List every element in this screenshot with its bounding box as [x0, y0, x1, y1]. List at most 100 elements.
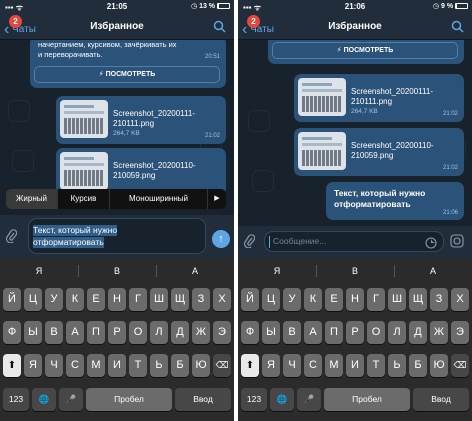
suggestion-item[interactable]: В [316, 258, 394, 284]
view-button[interactable]: ⚡ ПОСМОТРЕТЬ [34, 66, 220, 83]
search-icon[interactable] [451, 20, 464, 38]
key-letter[interactable]: Р [108, 321, 126, 344]
key-letter[interactable]: Ж [192, 321, 210, 344]
key-letter[interactable]: Ц [262, 288, 280, 311]
numbers-key[interactable]: 123 [241, 388, 267, 411]
menu-item-italic[interactable]: Курсив [58, 189, 110, 209]
key-letter[interactable]: Ы [24, 321, 42, 344]
menu-more-arrow[interactable]: ▶ [208, 189, 226, 209]
file-message[interactable]: Screenshot_20200111- 210111.png 264,7 KB… [56, 96, 226, 144]
image-thumbnail[interactable] [60, 100, 108, 138]
key-letter[interactable]: Я [262, 354, 280, 377]
key-letter[interactable]: Ж [430, 321, 448, 344]
return-key[interactable]: Ввод [413, 388, 469, 411]
key-letter[interactable]: Н [346, 288, 364, 311]
key-letter[interactable]: С [66, 354, 84, 377]
key-letter[interactable]: Я [24, 354, 42, 377]
return-key[interactable]: Ввод [175, 388, 231, 411]
key-letter[interactable]: Т [367, 354, 385, 377]
file-message[interactable]: Screenshot_20200111- 210111.png 264,7 KB… [294, 74, 464, 122]
key-letter[interactable]: Щ [171, 288, 189, 311]
key-letter[interactable]: Ш [150, 288, 168, 311]
image-thumbnail[interactable] [298, 132, 346, 170]
key-letter[interactable]: В [283, 321, 301, 344]
key-letter[interactable]: Е [87, 288, 105, 311]
key-letter[interactable]: Щ [409, 288, 427, 311]
key-letter[interactable]: Б [171, 354, 189, 377]
key-letter[interactable]: С [304, 354, 322, 377]
key-letter[interactable]: Й [241, 288, 259, 311]
suggestion-item[interactable]: Я [0, 258, 78, 284]
message-input[interactable]: Текст, который нужно отформатировать [28, 218, 206, 254]
key-letter[interactable]: П [325, 321, 343, 344]
suggestion-item[interactable]: В [78, 258, 156, 284]
key-letter[interactable]: Ы [262, 321, 280, 344]
file-message[interactable]: Screenshot_20200110- 210059.png 21:02 [294, 128, 464, 176]
key-letter[interactable]: Ю [192, 354, 210, 377]
key-letter[interactable]: А [66, 321, 84, 344]
key-letter[interactable]: Ч [283, 354, 301, 377]
key-letter[interactable]: О [129, 321, 147, 344]
key-letter[interactable]: З [192, 288, 210, 311]
key-letter[interactable]: Ф [241, 321, 259, 344]
key-letter[interactable]: О [367, 321, 385, 344]
key-letter[interactable]: Ь [150, 354, 168, 377]
key-letter[interactable]: И [346, 354, 364, 377]
message-input[interactable]: Сообщение... [264, 231, 444, 252]
microphone-icon[interactable]: 🎤 [59, 388, 83, 411]
globe-icon[interactable]: 🌐 [270, 388, 294, 411]
key-letter[interactable]: Л [388, 321, 406, 344]
key-letter[interactable]: Ф [3, 321, 21, 344]
key-letter[interactable]: Г [367, 288, 385, 311]
key-letter[interactable]: Б [409, 354, 427, 377]
key-letter[interactable]: З [430, 288, 448, 311]
space-key[interactable]: Пробел [324, 388, 410, 411]
key-letter[interactable]: Ю [430, 354, 448, 377]
key-letter[interactable]: Л [150, 321, 168, 344]
key-letter[interactable]: М [87, 354, 105, 377]
chat-area[interactable]: ⚡ ПОСМОТРЕТЬ Screenshot_20200111- 210111… [238, 40, 472, 226]
microphone-icon[interactable]: 🎤 [297, 388, 321, 411]
key-letter[interactable]: Н [108, 288, 126, 311]
key-letter[interactable]: У [45, 288, 63, 311]
key-letter[interactable]: Е [325, 288, 343, 311]
suggestion-item[interactable]: А [156, 258, 234, 284]
message-bubble[interactable]: начертанием, курсивом, зачёркивать их и … [30, 40, 226, 88]
camera-icon[interactable] [450, 234, 464, 253]
key-letter[interactable]: Г [129, 288, 147, 311]
sent-message-bubble[interactable]: Текст, который нужно отформатировать 21:… [326, 182, 464, 220]
numbers-key[interactable]: 123 [3, 388, 29, 411]
shift-key[interactable]: ⬆ [3, 354, 21, 377]
backspace-key[interactable]: ⌫ [451, 354, 469, 377]
image-thumbnail[interactable] [60, 152, 108, 190]
key-letter[interactable]: У [283, 288, 301, 311]
globe-icon[interactable]: 🌐 [32, 388, 56, 411]
paperclip-icon[interactable] [243, 234, 256, 253]
key-letter[interactable]: Э [451, 321, 469, 344]
send-button[interactable]: ↑ [212, 230, 230, 248]
key-letter[interactable]: И [108, 354, 126, 377]
suggestion-item[interactable]: А [394, 258, 472, 284]
image-thumbnail[interactable] [298, 78, 346, 116]
key-letter[interactable]: Д [409, 321, 427, 344]
key-letter[interactable]: Ч [45, 354, 63, 377]
key-letter[interactable]: П [87, 321, 105, 344]
key-letter[interactable]: Х [213, 288, 231, 311]
space-key[interactable]: Пробел [86, 388, 172, 411]
key-letter[interactable]: Ш [388, 288, 406, 311]
key-letter[interactable]: К [66, 288, 84, 311]
key-letter[interactable]: К [304, 288, 322, 311]
menu-item-monospace[interactable]: Моноширинный [110, 189, 208, 209]
menu-item-bold[interactable]: Жирный [6, 189, 58, 209]
suggestion-item[interactable]: Я [238, 258, 316, 284]
key-letter[interactable]: Д [171, 321, 189, 344]
shift-key[interactable]: ⬆ [241, 354, 259, 377]
key-letter[interactable]: А [304, 321, 322, 344]
message-bubble[interactable]: ⚡ ПОСМОТРЕТЬ [268, 40, 464, 64]
backspace-key[interactable]: ⌫ [213, 354, 231, 377]
key-letter[interactable]: Ь [388, 354, 406, 377]
search-icon[interactable] [213, 20, 226, 38]
view-button[interactable]: ⚡ ПОСМОТРЕТЬ [272, 42, 458, 59]
key-letter[interactable]: Й [3, 288, 21, 311]
key-letter[interactable]: Э [213, 321, 231, 344]
